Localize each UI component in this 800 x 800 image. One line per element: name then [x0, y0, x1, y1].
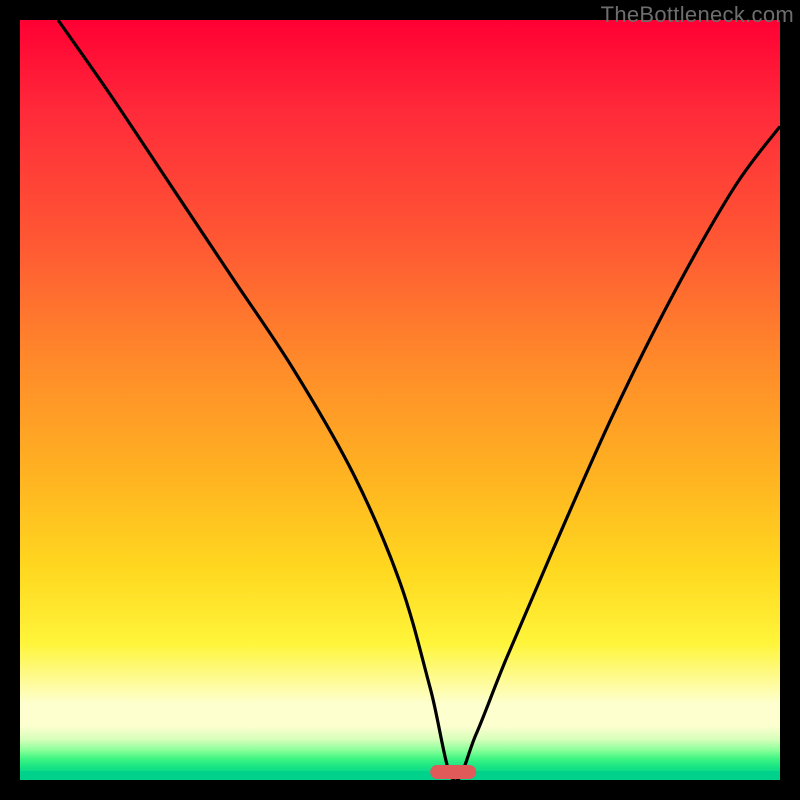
plot-area	[20, 20, 780, 780]
optimal-marker	[430, 765, 476, 779]
watermark-text: TheBottleneck.com	[601, 2, 794, 28]
bottleneck-curve-svg	[20, 20, 780, 780]
bottleneck-curve-path	[58, 20, 780, 780]
chart-frame: TheBottleneck.com	[0, 0, 800, 800]
